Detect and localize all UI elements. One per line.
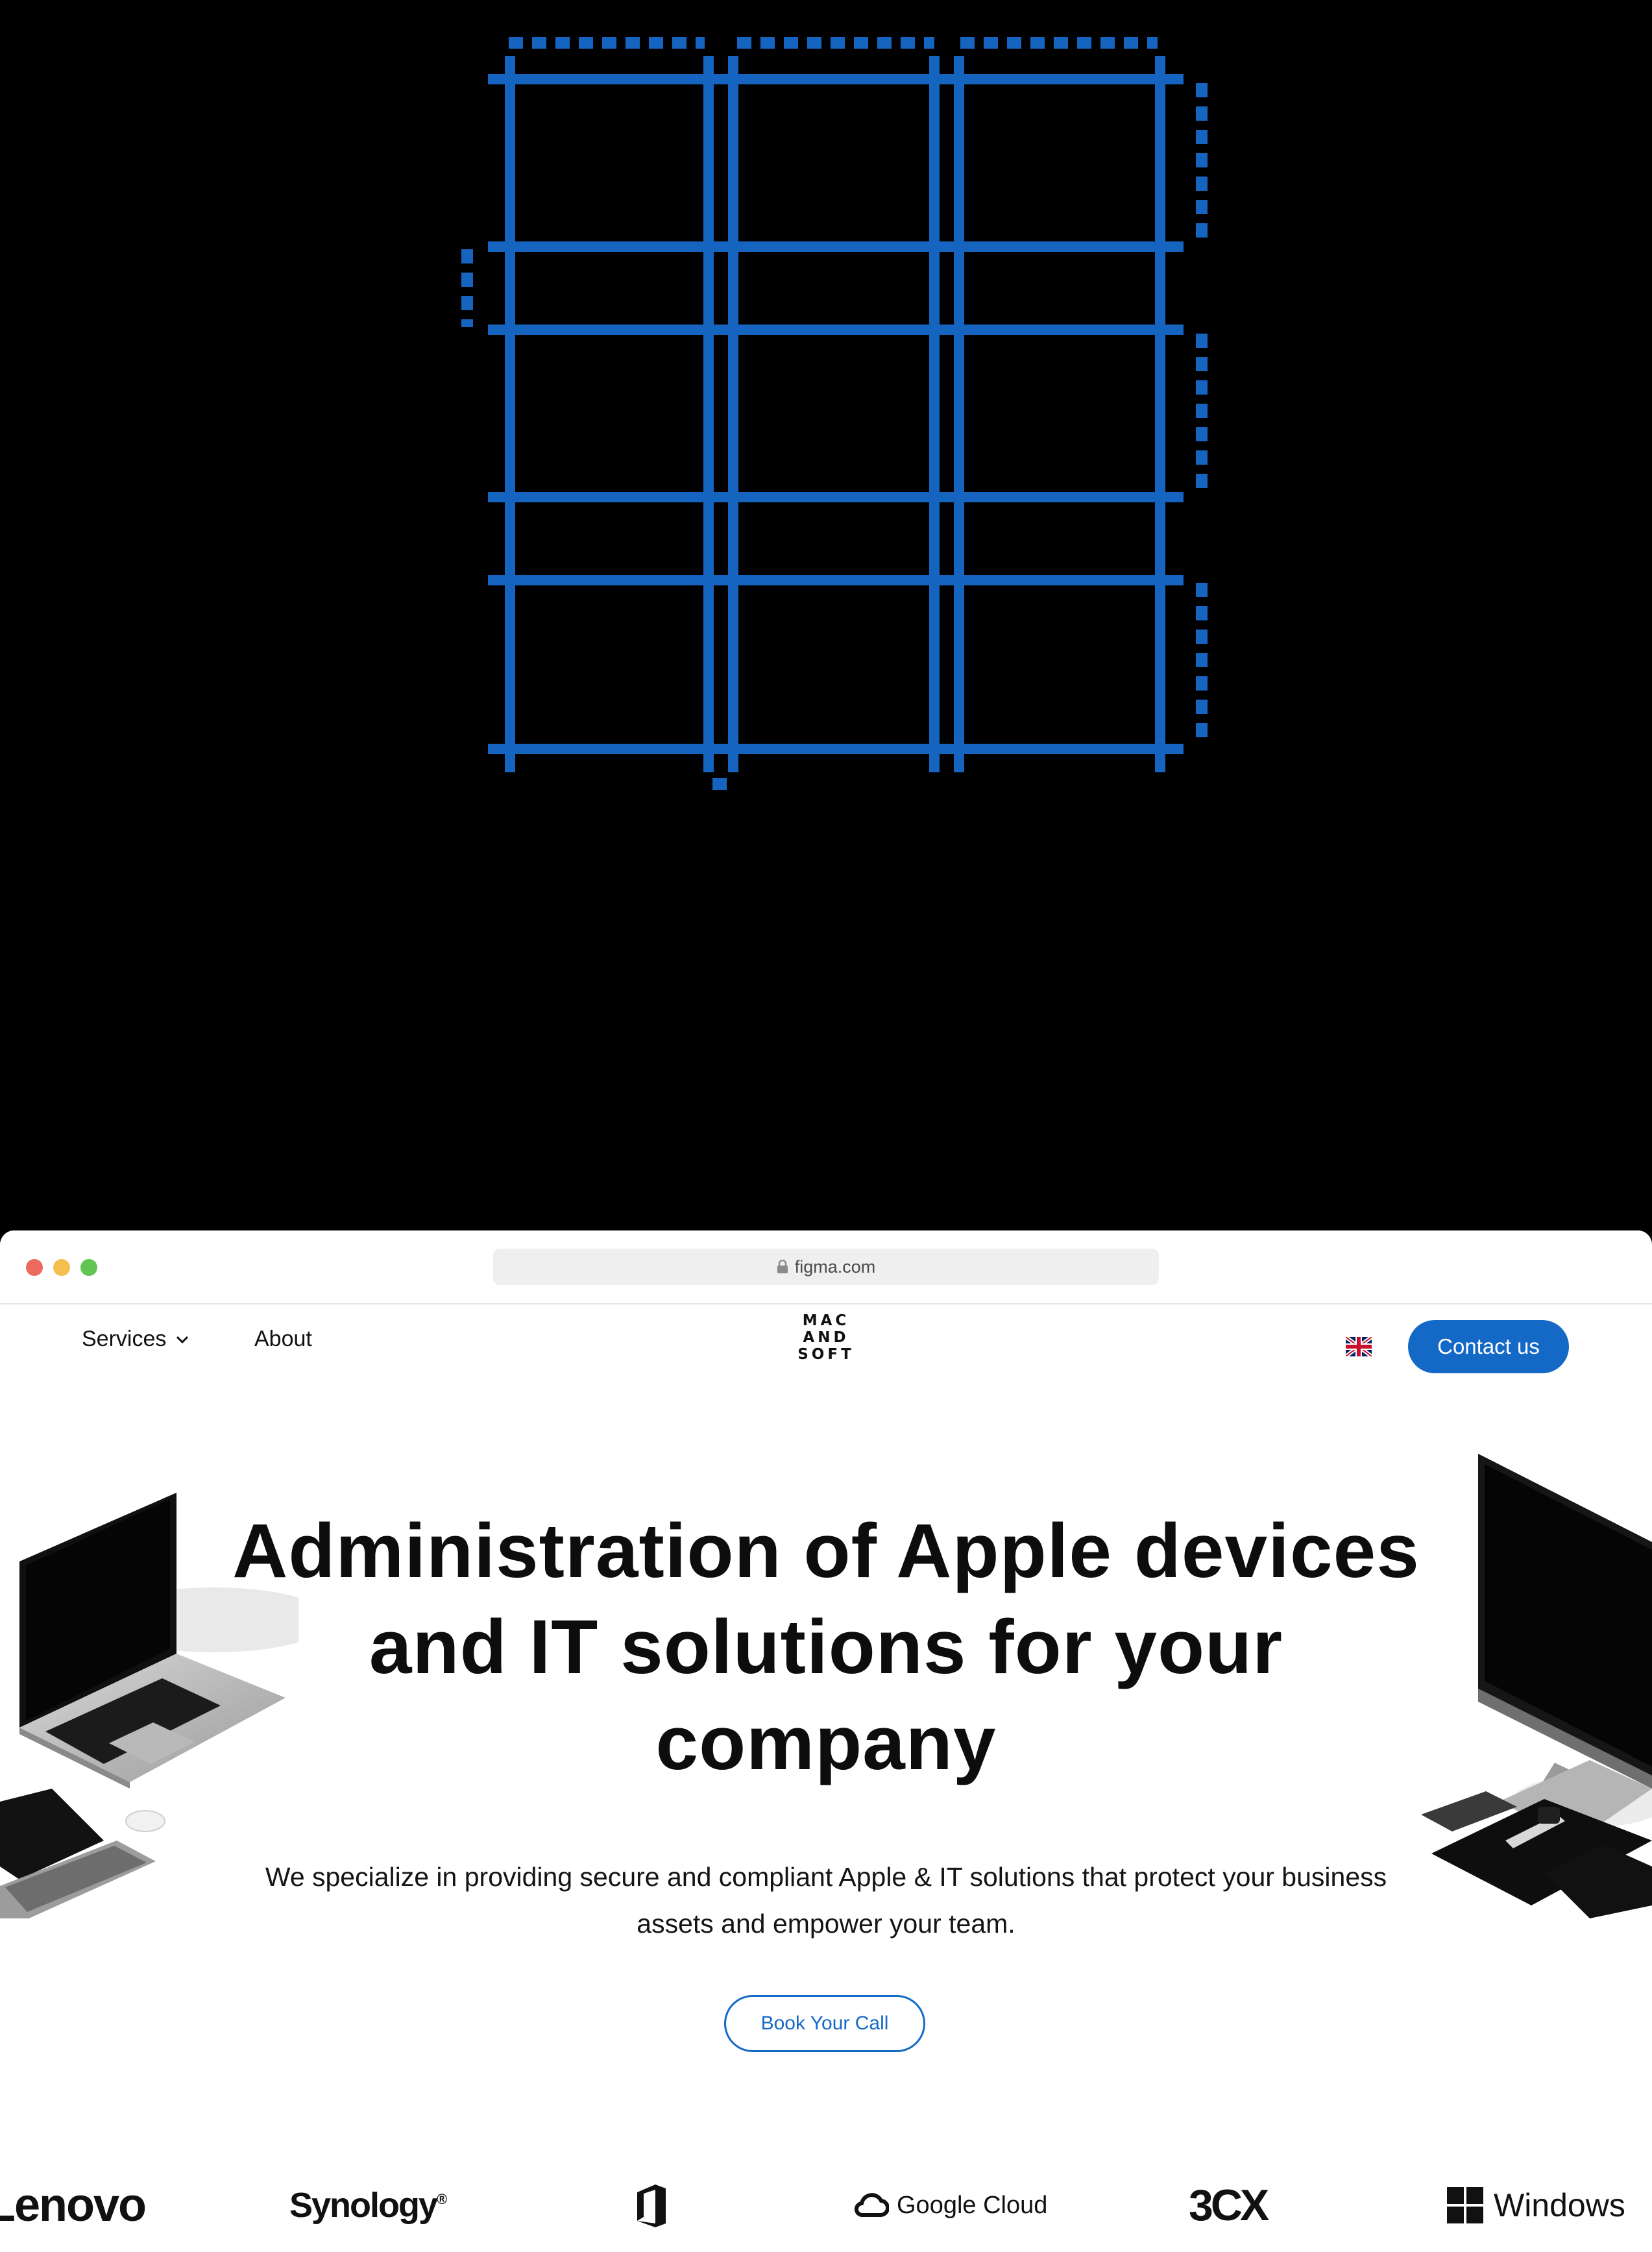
nav-services-label: Services <box>82 1327 167 1351</box>
logo-line-2: AND <box>803 1329 849 1346</box>
hero-title-line: company <box>655 1700 997 1786</box>
office-icon <box>637 2185 666 2227</box>
page: figma.com Services About MAC AND SOFT Co… <box>0 0 1652 2252</box>
logo-line-1: MAC <box>802 1312 850 1329</box>
hero-subtitle: We specialize in providing secure and co… <box>195 1854 1457 1947</box>
google-cloud-icon <box>855 2193 889 2218</box>
hero-title-line: and IT solutions for your <box>369 1604 1283 1690</box>
contact-us-button[interactable]: Contact us <box>1408 1320 1569 1373</box>
hero-subtitle-line: assets and empower your team. <box>637 1909 1015 1939</box>
hero-title-line: Administration of Apple devices <box>232 1508 1420 1594</box>
blueprint-logo-artwork <box>461 37 1208 790</box>
google-cloud-logo: Google Cloud <box>854 2179 1047 2231</box>
book-call-button[interactable]: Book Your Call <box>724 1995 925 2052</box>
lock-icon <box>777 1260 788 1273</box>
hero-subtitle-line: We specialize in providing secure and co… <box>265 1862 1387 1892</box>
site-header: Services About MAC AND SOFT Contact us <box>0 1304 1652 1381</box>
google-cloud-wordmark: Google Cloud <box>897 2191 1048 2219</box>
minimize-window-button[interactable] <box>53 1259 70 1276</box>
lenovo-logo: Lenovo <box>0 2179 147 2231</box>
zoom-window-button[interactable] <box>80 1259 97 1276</box>
synology-wordmark: Synology <box>289 2186 438 2225</box>
close-window-button[interactable] <box>26 1259 43 1276</box>
url-text: figma.com <box>794 1256 876 1277</box>
synology-registered-mark: ® <box>437 2191 447 2207</box>
logo-line-3: SOFT <box>797 1346 855 1363</box>
windows-wordmark: Windows <box>1494 2187 1625 2223</box>
hero-title: Administration of Apple devices and IT s… <box>214 1503 1438 1791</box>
windows-logo: Windows <box>1447 2179 1625 2231</box>
browser-toolbar: figma.com <box>0 1230 1652 1304</box>
nav-about-label: About <box>254 1327 312 1351</box>
3cx-logo: 3CX <box>1189 2179 1269 2231</box>
windows-icon <box>1447 2187 1483 2223</box>
nav-about-link[interactable]: About <box>254 1327 312 1352</box>
3cx-wordmark: 3CX <box>1189 2181 1269 2230</box>
uk-flag-icon[interactable] <box>1346 1337 1372 1356</box>
nav-services-menu[interactable]: Services <box>82 1327 189 1352</box>
lenovo-wordmark: Lenovo <box>0 2179 147 2231</box>
synology-logo: Synology ® <box>289 2179 447 2231</box>
browser-window: figma.com Services About MAC AND SOFT Co… <box>0 1230 1652 2252</box>
address-bar[interactable]: figma.com <box>493 1249 1159 1285</box>
chevron-down-icon <box>176 1336 189 1343</box>
site-logo[interactable]: MAC AND SOFT <box>797 1312 855 1363</box>
